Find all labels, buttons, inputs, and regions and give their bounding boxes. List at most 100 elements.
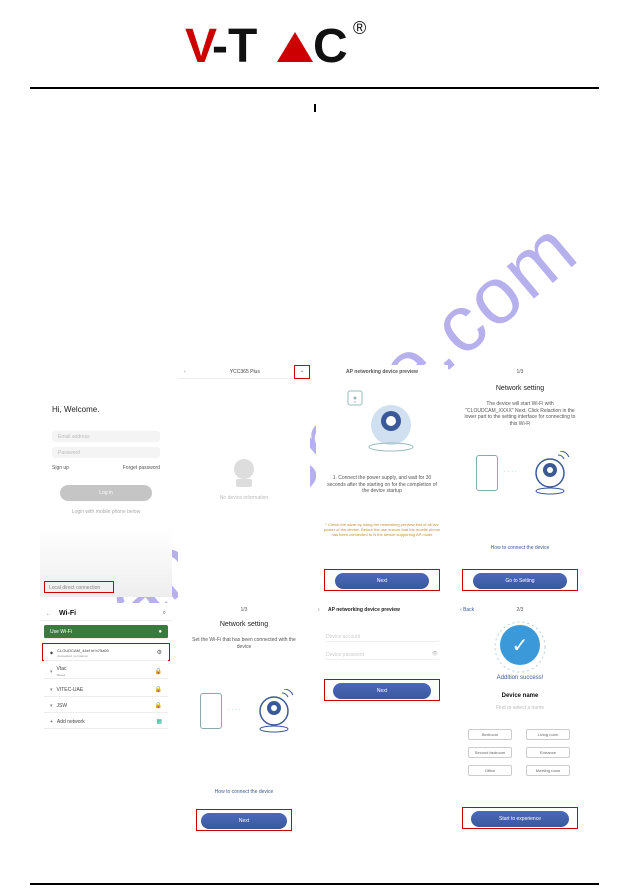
tile-ap-preview-1: AP networking device preview 1. Connect … — [316, 365, 448, 597]
tile-network-1: 1/3 Network setting The device will star… — [454, 365, 586, 597]
tile-ycc: ‹ YCC365 Plus + No device information — [178, 365, 310, 597]
camera-icon — [254, 689, 294, 737]
wifi-full-icon: ◆ — [50, 650, 53, 655]
wifi-ssid-1-sub: Connected, no Internet — [57, 654, 88, 658]
ap1-warning: * Check the wizar by using the networkin… — [322, 523, 442, 537]
svg-text:®: ® — [353, 20, 366, 38]
signup-link[interactable]: Sign up — [52, 465, 69, 471]
toggle-on-icon[interactable]: ● — [158, 629, 162, 635]
device-password-field[interactable]: Device password 👁 — [324, 649, 440, 660]
tile-login: Hi, Welcome. Email address Password Sign… — [40, 365, 172, 597]
wifi-row-cloudcam[interactable]: ◆ CLOUDCAM_44ef bf b75a90 Connected, no … — [44, 645, 168, 661]
room-chip[interactable]: Office — [468, 765, 512, 776]
room-chip[interactable]: Bedroom — [468, 729, 512, 740]
start-button[interactable]: Start to experience — [471, 811, 569, 827]
connection-dots: ···· — [504, 469, 519, 475]
ap1-step: 1. Connect the power supply, and wait fo… — [324, 475, 440, 495]
ap1-next-highlight: Next — [324, 569, 440, 591]
go-to-setting-button[interactable]: Go to Setting — [473, 573, 567, 589]
room-chip[interactable]: Living room — [526, 729, 570, 740]
plus-icon: + — [50, 719, 53, 725]
ycc-title: YCC365 Plus — [230, 369, 260, 375]
tile-ap-preview-2: AP networking device preview ‹ Device ac… — [316, 603, 448, 835]
wifi-row-3[interactable]: ▾ VITEC-UAE 🔒 — [44, 683, 168, 697]
forgot-link[interactable]: Forget password — [123, 465, 160, 471]
ycc-header: ‹ YCC365 Plus — [178, 365, 310, 379]
use-wifi-label: Use Wi-Fi — [50, 629, 72, 635]
rule-top-divider — [314, 104, 316, 112]
eye-icon[interactable]: 👁 — [432, 651, 438, 657]
success-text: Addition success! — [454, 675, 586, 681]
wifi-row-4[interactable]: ▾ JSW 🔒 — [44, 699, 168, 713]
ap2-title: AP networking device preview — [328, 607, 400, 613]
camera-illustration — [346, 389, 416, 459]
wifi-icon: ▾ — [50, 703, 53, 709]
lock-icon: 🔒 — [155, 702, 162, 709]
wifi-title: Wi-Fi — [59, 610, 76, 617]
wifi-toggle-row[interactable]: Use Wi-Fi ● — [44, 625, 168, 639]
start-highlight: Start to experience — [462, 807, 578, 829]
net1-go-highlight: Go to Setting — [462, 569, 578, 591]
net2-hint[interactable]: How to connect the device — [178, 789, 310, 795]
connection-dots: ···· — [228, 707, 243, 713]
device-name-hint: Find or select a name — [454, 705, 586, 711]
ap2-next-highlight: Next — [324, 679, 440, 701]
wifi-cloudcam-highlight: ◆ CLOUDCAM_44ef bf b75a90 Connected, no … — [42, 643, 170, 661]
svg-text:C: C — [313, 20, 348, 73]
back-icon[interactable]: ‹ — [318, 607, 320, 613]
empty-text: No device information — [178, 495, 310, 501]
phone-icon — [476, 455, 498, 491]
wifi-ssid-1: CLOUDCAM_44ef bf b75a90 — [57, 648, 109, 653]
net1-title: Network setting — [454, 385, 586, 392]
ap1-title: AP networking device preview — [316, 369, 448, 375]
plus-icon[interactable]: + — [301, 369, 304, 375]
back-arrow-icon[interactable]: ← — [46, 611, 51, 617]
done-step: 2/3 — [454, 607, 586, 613]
next-button[interactable]: Next — [335, 573, 429, 589]
net2-desc: Set the Wi-Fi that has been connected wi… — [186, 637, 302, 650]
net2-step: 1/3 — [178, 607, 310, 613]
room-chip[interactable]: Meeting room — [526, 765, 570, 776]
tile-success: ‹ Back 2/3 ✓ Addition success! Device na… — [454, 603, 586, 835]
net2-next-highlight: Next — [196, 809, 292, 831]
rule-bottom — [30, 883, 599, 885]
login-title: Hi, Welcome. — [52, 405, 99, 414]
wifi-icon: ▾ — [50, 669, 53, 675]
login-button[interactable]: Log in — [60, 485, 152, 501]
device-name-label: Device name — [454, 693, 586, 699]
password-field[interactable]: Password — [52, 447, 160, 458]
wifi-row-2[interactable]: ▾ Vtac Saved 🔒 — [44, 665, 168, 679]
net1-desc: The device will start Wi-Fi with "CLOUDC… — [462, 401, 578, 427]
tile-network-2: 1/3 Network setting Set the Wi-Fi that h… — [178, 603, 310, 835]
wifi-header: ← Wi-Fi ⌕ — [40, 607, 172, 621]
screenshot-grid: Hi, Welcome. Email address Password Sign… — [40, 365, 590, 835]
back-icon[interactable]: ‹ — [184, 369, 186, 375]
add-device-highlight: + — [294, 365, 310, 379]
net1-hint[interactable]: How to connect the device — [454, 545, 586, 551]
svg-text:-T: -T — [212, 20, 257, 73]
net2-title: Network setting — [178, 621, 310, 628]
room-chip[interactable]: Second bedroom — [468, 747, 512, 758]
rule-top — [30, 87, 599, 89]
phone-icon — [200, 693, 222, 729]
camera-icon — [530, 451, 570, 499]
gear-icon[interactable]: ⚙ — [157, 649, 162, 656]
search-icon[interactable]: ⌕ — [163, 610, 166, 617]
lock-icon: 🔒 — [155, 686, 162, 693]
tile-wifi: ← Wi-Fi ⌕ Use Wi-Fi ● ◆ CLOUDCAM_44ef bf… — [40, 603, 172, 835]
brand-logo: V -T C ® — [0, 0, 629, 87]
email-field[interactable]: Email address — [52, 431, 160, 442]
net1-step: 1/3 — [454, 369, 586, 375]
next-button[interactable]: Next — [333, 683, 431, 699]
room-chip[interactable]: Entrance — [526, 747, 570, 758]
scan-icon[interactable]: ▦ — [156, 718, 162, 725]
dotted-ring — [494, 621, 546, 673]
local-connection-highlight: Local direct connection — [44, 581, 114, 593]
wifi-icon: ▾ — [50, 687, 53, 693]
empty-illustration — [226, 455, 262, 491]
device-account-field[interactable]: Device account — [324, 631, 440, 642]
mobile-login-hint: Login with mobile phone below — [40, 509, 172, 515]
wifi-add-row[interactable]: + Add network ▦ — [44, 715, 168, 729]
lock-icon: 🔒 — [155, 668, 162, 675]
next-button[interactable]: Next — [201, 813, 287, 829]
